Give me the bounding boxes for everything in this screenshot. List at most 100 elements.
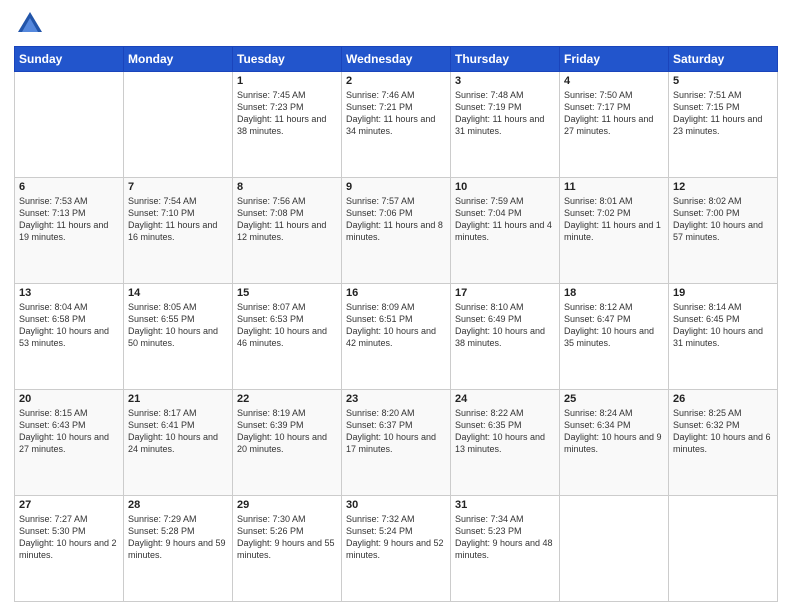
week-row-4: 20 Sunrise: 8:15 AM Sunset: 6:43 PM Dayli… — [15, 390, 778, 496]
cell-content: Sunrise: 8:10 AM Sunset: 6:49 PM Dayligh… — [455, 301, 555, 350]
calendar-cell: 26 Sunrise: 8:25 AM Sunset: 6:32 PM Dayli… — [669, 390, 778, 496]
calendar-cell: 19 Sunrise: 8:14 AM Sunset: 6:45 PM Dayli… — [669, 284, 778, 390]
day-number: 29 — [237, 499, 337, 511]
day-number: 23 — [346, 393, 446, 405]
cell-content: Sunrise: 7:50 AM Sunset: 7:17 PM Dayligh… — [564, 89, 664, 138]
week-row-5: 27 Sunrise: 7:27 AM Sunset: 5:30 PM Dayli… — [15, 496, 778, 602]
calendar-cell: 8 Sunrise: 7:56 AM Sunset: 7:08 PM Daylig… — [233, 178, 342, 284]
calendar-cell: 18Sunrise: 8:12 AM Sunset: 6:47 PM Dayli… — [560, 284, 669, 390]
day-number: 12 — [673, 181, 773, 193]
day-number: 14 — [128, 287, 228, 299]
calendar-cell: 3 Sunrise: 7:48 AM Sunset: 7:19 PM Daylig… — [451, 72, 560, 178]
col-header-monday: Monday — [124, 47, 233, 72]
cell-content: Sunrise: 7:46 AM Sunset: 7:21 PM Dayligh… — [346, 89, 446, 138]
calendar-cell: 5 Sunrise: 7:51 AM Sunset: 7:15 PM Daylig… — [669, 72, 778, 178]
calendar-cell — [669, 496, 778, 602]
day-number: 30 — [346, 499, 446, 511]
cell-content: Sunrise: 8:02 AM Sunset: 7:00 PM Dayligh… — [673, 195, 773, 244]
day-number: 3 — [455, 75, 555, 87]
day-number: 27 — [19, 499, 119, 511]
calendar-cell: 6 Sunrise: 7:53 AM Sunset: 7:13 PM Daylig… — [15, 178, 124, 284]
calendar-cell: 23Sunrise: 8:20 AM Sunset: 6:37 PM Dayli… — [342, 390, 451, 496]
week-row-1: 1 Sunrise: 7:45 AM Sunset: 7:23 PM Daylig… — [15, 72, 778, 178]
cell-content: Sunrise: 7:53 AM Sunset: 7:13 PM Dayligh… — [19, 195, 119, 244]
cell-content: Sunrise: 8:17 AM Sunset: 6:41 PM Dayligh… — [128, 407, 228, 456]
cell-content: Sunrise: 8:15 AM Sunset: 6:43 PM Dayligh… — [19, 407, 119, 456]
calendar-cell: 2 Sunrise: 7:46 AM Sunset: 7:21 PM Daylig… — [342, 72, 451, 178]
col-header-saturday: Saturday — [669, 47, 778, 72]
day-number: 20 — [19, 393, 119, 405]
day-number: 1 — [237, 75, 337, 87]
day-number: 13 — [19, 287, 119, 299]
cell-content: Sunrise: 7:30 AM Sunset: 5:26 PM Dayligh… — [237, 513, 337, 562]
calendar-cell: 22 Sunrise: 8:19 AM Sunset: 6:39 PM Dayli… — [233, 390, 342, 496]
cell-content: Sunrise: 8:09 AM Sunset: 6:51 PM Dayligh… — [346, 301, 446, 350]
calendar-cell: 27 Sunrise: 7:27 AM Sunset: 5:30 PM Dayli… — [15, 496, 124, 602]
calendar-cell: 7Sunrise: 7:54 AM Sunset: 7:10 PM Daylig… — [124, 178, 233, 284]
col-header-tuesday: Tuesday — [233, 47, 342, 72]
calendar-header: SundayMondayTuesdayWednesdayThursdayFrid… — [15, 47, 778, 72]
day-number: 26 — [673, 393, 773, 405]
day-number: 31 — [455, 499, 555, 511]
cell-content: Sunrise: 8:25 AM Sunset: 6:32 PM Dayligh… — [673, 407, 773, 456]
day-number: 24 — [455, 393, 555, 405]
calendar-cell: 20 Sunrise: 8:15 AM Sunset: 6:43 PM Dayli… — [15, 390, 124, 496]
day-number: 6 — [19, 181, 119, 193]
cell-content: Sunrise: 7:45 AM Sunset: 7:23 PM Dayligh… — [237, 89, 337, 138]
calendar-cell: 13 Sunrise: 8:04 AM Sunset: 6:58 PM Dayli… — [15, 284, 124, 390]
calendar-cell: 29 Sunrise: 7:30 AM Sunset: 5:26 PM Dayli… — [233, 496, 342, 602]
day-number: 16 — [346, 287, 446, 299]
day-number: 8 — [237, 181, 337, 193]
cell-content: Sunrise: 8:22 AM Sunset: 6:35 PM Dayligh… — [455, 407, 555, 456]
day-number: 18 — [564, 287, 664, 299]
cell-content: Sunrise: 8:19 AM Sunset: 6:39 PM Dayligh… — [237, 407, 337, 456]
cell-content: Sunrise: 8:14 AM Sunset: 6:45 PM Dayligh… — [673, 301, 773, 350]
day-number: 19 — [673, 287, 773, 299]
calendar-cell: 4 Sunrise: 7:50 AM Sunset: 7:17 PM Daylig… — [560, 72, 669, 178]
calendar-cell — [560, 496, 669, 602]
day-number: 28 — [128, 499, 228, 511]
day-number: 15 — [237, 287, 337, 299]
cell-content: Sunrise: 8:05 AM Sunset: 6:55 PM Dayligh… — [128, 301, 228, 350]
calendar-cell: 24 Sunrise: 8:22 AM Sunset: 6:35 PM Dayli… — [451, 390, 560, 496]
col-header-thursday: Thursday — [451, 47, 560, 72]
cell-content: Sunrise: 7:34 AM Sunset: 5:23 PM Dayligh… — [455, 513, 555, 562]
cell-content: Sunrise: 7:27 AM Sunset: 5:30 PM Dayligh… — [19, 513, 119, 562]
logo-icon — [16, 10, 44, 38]
cell-content: Sunrise: 8:04 AM Sunset: 6:58 PM Dayligh… — [19, 301, 119, 350]
cell-content: Sunrise: 7:57 AM Sunset: 7:06 PM Dayligh… — [346, 195, 446, 244]
cell-content: Sunrise: 7:56 AM Sunset: 7:08 PM Dayligh… — [237, 195, 337, 244]
header-row: SundayMondayTuesdayWednesdayThursdayFrid… — [15, 47, 778, 72]
day-number: 4 — [564, 75, 664, 87]
calendar-cell: 15Sunrise: 8:07 AM Sunset: 6:53 PM Dayli… — [233, 284, 342, 390]
calendar-cell: 11Sunrise: 8:01 AM Sunset: 7:02 PM Dayli… — [560, 178, 669, 284]
calendar-cell: 9Sunrise: 7:57 AM Sunset: 7:06 PM Daylig… — [342, 178, 451, 284]
day-number: 25 — [564, 393, 664, 405]
day-number: 21 — [128, 393, 228, 405]
day-number: 5 — [673, 75, 773, 87]
cell-content: Sunrise: 7:32 AM Sunset: 5:24 PM Dayligh… — [346, 513, 446, 562]
week-row-3: 13 Sunrise: 8:04 AM Sunset: 6:58 PM Dayli… — [15, 284, 778, 390]
day-number: 17 — [455, 287, 555, 299]
calendar-cell: 28Sunrise: 7:29 AM Sunset: 5:28 PM Dayli… — [124, 496, 233, 602]
calendar-cell: 21 Sunrise: 8:17 AM Sunset: 6:41 PM Dayli… — [124, 390, 233, 496]
calendar-cell — [15, 72, 124, 178]
calendar-cell: 12 Sunrise: 8:02 AM Sunset: 7:00 PM Dayli… — [669, 178, 778, 284]
calendar-cell: 10 Sunrise: 7:59 AM Sunset: 7:04 PM Dayli… — [451, 178, 560, 284]
col-header-friday: Friday — [560, 47, 669, 72]
day-number: 22 — [237, 393, 337, 405]
cell-content: Sunrise: 7:48 AM Sunset: 7:19 PM Dayligh… — [455, 89, 555, 138]
day-number: 11 — [564, 181, 664, 193]
week-row-2: 6 Sunrise: 7:53 AM Sunset: 7:13 PM Daylig… — [15, 178, 778, 284]
header — [14, 10, 778, 38]
calendar-cell: 31 Sunrise: 7:34 AM Sunset: 5:23 PM Dayli… — [451, 496, 560, 602]
cell-content: Sunrise: 7:54 AM Sunset: 7:10 PM Dayligh… — [128, 195, 228, 244]
calendar-body: 1 Sunrise: 7:45 AM Sunset: 7:23 PM Daylig… — [15, 72, 778, 602]
day-number: 2 — [346, 75, 446, 87]
day-number: 10 — [455, 181, 555, 193]
calendar-cell: 17 Sunrise: 8:10 AM Sunset: 6:49 PM Dayli… — [451, 284, 560, 390]
calendar-cell: 14 Sunrise: 8:05 AM Sunset: 6:55 PM Dayli… — [124, 284, 233, 390]
cell-content: Sunrise: 7:51 AM Sunset: 7:15 PM Dayligh… — [673, 89, 773, 138]
cell-content: Sunrise: 7:59 AM Sunset: 7:04 PM Dayligh… — [455, 195, 555, 244]
page: SundayMondayTuesdayWednesdayThursdayFrid… — [0, 0, 792, 612]
